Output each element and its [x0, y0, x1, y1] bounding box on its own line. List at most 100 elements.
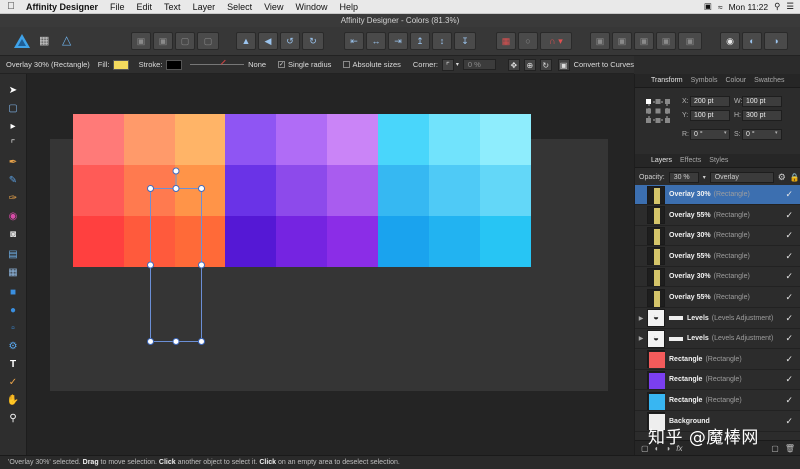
text-tool-icon[interactable]: T — [6, 358, 20, 372]
absolute-sizes-checkbox[interactable] — [343, 61, 350, 68]
visibility-checkbox[interactable]: ✓ — [785, 313, 793, 324]
convert-to-curves-button[interactable]: Convert to Curves — [574, 60, 634, 69]
align-bottom-button[interactable]: ↧ — [454, 32, 476, 50]
h-field[interactable]: 300 pt — [742, 110, 782, 121]
color-swatch[interactable] — [225, 165, 276, 216]
color-swatch[interactable] — [480, 114, 531, 165]
flip-vertical-button[interactable]: ◀ — [258, 32, 278, 50]
corner-dropdown-icon[interactable]: ▾ — [456, 61, 459, 68]
visibility-checkbox[interactable]: ✓ — [785, 230, 793, 241]
hand-tool-icon[interactable]: ✋ — [6, 394, 20, 408]
align-center-button[interactable]: ↔ — [366, 32, 386, 50]
color-swatch[interactable] — [276, 216, 327, 267]
rotate-left-button[interactable]: ↺ — [280, 32, 300, 50]
color-swatch[interactable] — [175, 114, 226, 165]
visibility-checkbox[interactable]: ✓ — [785, 333, 793, 344]
x-field[interactable]: 200 pt — [690, 96, 730, 107]
color-swatch[interactable] — [378, 114, 429, 165]
color-swatch[interactable] — [327, 114, 378, 165]
designer-persona-icon[interactable] — [14, 34, 30, 49]
color-swatch[interactable] — [429, 114, 480, 165]
y-field[interactable]: 100 pt — [690, 110, 730, 121]
color-swatch[interactable] — [429, 216, 480, 267]
menu-layer[interactable]: Layer — [187, 2, 222, 12]
corner-type-icon[interactable]: ⌜ — [441, 58, 454, 71]
fill-swatch[interactable] — [113, 59, 129, 70]
layer-row[interactable]: Rectangle (Rectangle) ✓ — [635, 350, 800, 370]
pencil-tool-icon[interactable]: ✎ — [6, 174, 20, 188]
tab-transform[interactable]: Transform — [647, 77, 687, 84]
color-swatch[interactable] — [378, 216, 429, 267]
menu-app[interactable]: Affinity Designer — [22, 2, 104, 12]
align-middle-button[interactable]: ↕ — [432, 32, 452, 50]
arrange-backward-button[interactable]: ▣ — [153, 32, 173, 50]
selection-box[interactable] — [140, 160, 212, 350]
rotate-right-button[interactable]: ↻ — [302, 32, 324, 50]
stroke-swatch[interactable] — [166, 59, 182, 70]
boolean-divide-button[interactable]: ▣ — [678, 32, 702, 50]
menu-help[interactable]: Help — [333, 2, 364, 12]
layer-row[interactable]: ▶ ◒ Levels (Levels Adjustment) ✓ — [635, 329, 800, 350]
magnet-button[interactable]: ∩ ▾ — [540, 32, 572, 50]
anchor-grid-icon[interactable] — [645, 98, 671, 124]
s-dropdown-icon[interactable]: ▾ — [775, 130, 778, 136]
color-swatch[interactable] — [480, 165, 531, 216]
visibility-checkbox[interactable]: ✓ — [785, 292, 793, 303]
visibility-checkbox[interactable]: ✓ — [785, 210, 793, 221]
insert-inside-button[interactable]: ◉ — [720, 32, 740, 50]
visibility-checkbox[interactable]: ✓ — [785, 354, 793, 365]
expand-arrow-icon[interactable]: ▶ — [635, 335, 647, 342]
rounded-rect-tool-icon[interactable]: ▫ — [6, 322, 20, 336]
search-icon[interactable]: ⚲ — [774, 1, 780, 12]
wifi-icon[interactable]: ≈ — [718, 2, 723, 12]
visibility-checkbox[interactable]: ✓ — [785, 395, 793, 406]
move-icon[interactable]: ⊕ — [523, 58, 536, 71]
color-swatch[interactable] — [225, 216, 276, 267]
visibility-checkbox[interactable]: ✓ — [785, 374, 793, 385]
visibility-checkbox[interactable]: ✓ — [785, 416, 793, 427]
pen-tool-icon[interactable]: ✒ — [6, 156, 20, 170]
tab-colour[interactable]: Colour — [721, 77, 750, 84]
menu-edit[interactable]: Edit — [131, 2, 159, 12]
layer-row[interactable]: Overlay 30% (Rectangle) ✓ — [635, 267, 800, 288]
geometry-button[interactable]: ○ — [518, 32, 538, 50]
boolean-add-button[interactable]: ▣ — [590, 32, 610, 50]
w-field[interactable]: 100 pt — [742, 96, 782, 107]
convert-curves-icon[interactable]: ▣ — [557, 58, 570, 71]
screen-icon[interactable]: ▣ — [704, 1, 712, 12]
delete-layer-icon[interactable]: 🗑 — [785, 444, 795, 453]
lock-icon[interactable]: 🔒 — [790, 173, 800, 182]
tab-effects[interactable]: Effects — [676, 157, 705, 164]
transform-origin-icon[interactable]: ✥ — [507, 58, 520, 71]
layer-row[interactable]: Overlay 55% (Rectangle) ✓ — [635, 247, 800, 267]
color-swatch[interactable] — [480, 216, 531, 267]
layer-row[interactable]: Overlay 30% (Rectangle) ✓ — [635, 226, 800, 247]
layer-row[interactable]: Rectangle (Rectangle) ✓ — [635, 391, 800, 411]
color-picker-icon[interactable]: ✓ — [6, 376, 20, 390]
boolean-subtract-button[interactable]: ▣ — [612, 32, 632, 50]
node-tool-icon[interactable]: ▸ — [6, 120, 20, 134]
fill-tool-icon[interactable]: ◉ — [6, 210, 20, 224]
align-top-button[interactable]: ↥ — [410, 32, 430, 50]
r-dropdown-icon[interactable]: ▾ — [724, 130, 727, 136]
color-swatch[interactable] — [124, 114, 175, 165]
color-swatch[interactable] — [276, 114, 327, 165]
color-swatch[interactable] — [276, 165, 327, 216]
color-swatch[interactable] — [225, 114, 276, 165]
layer-row[interactable]: Overlay 30% (Rectangle) ✓ — [635, 185, 800, 205]
apple-icon[interactable]:  — [0, 1, 22, 12]
stroke-width-slider[interactable] — [189, 59, 245, 69]
menu-list-icon[interactable]: ☰ — [786, 1, 794, 12]
menu-select[interactable]: Select — [221, 2, 258, 12]
stroke-value[interactable]: None — [248, 60, 266, 69]
insert-front-button[interactable]: ◑ — [764, 32, 788, 50]
color-swatch[interactable] — [378, 165, 429, 216]
blend-mode-select[interactable]: Overlay — [709, 171, 774, 183]
vector-brush-icon[interactable]: ✑ — [6, 192, 20, 206]
arrange-back-button[interactable]: ▣ — [131, 32, 151, 50]
pixel-persona-icon[interactable]: ▦ — [39, 34, 49, 47]
tab-swatches[interactable]: Swatches — [750, 77, 788, 84]
ellipse-tool-icon[interactable]: ● — [6, 304, 20, 318]
snapping-button[interactable]: ▦ — [496, 32, 516, 50]
color-swatch[interactable] — [73, 216, 124, 267]
